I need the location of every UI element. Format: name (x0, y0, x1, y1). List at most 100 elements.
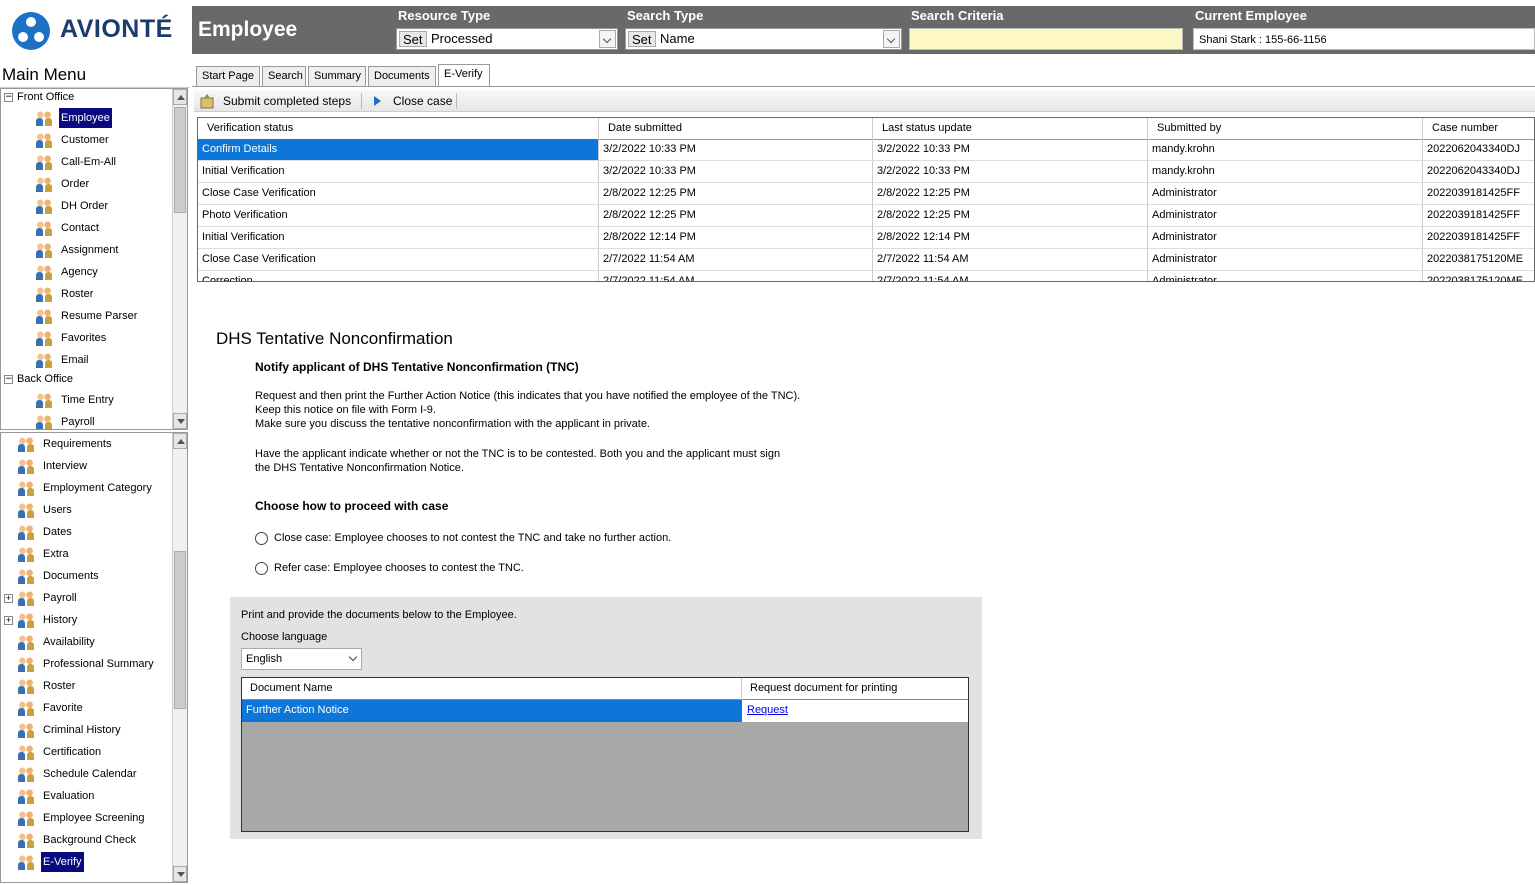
column-header-last-status-update[interactable]: Last status update (873, 118, 1148, 140)
sidebar-item-label: Employee (59, 108, 112, 128)
toolbar-separator (361, 93, 362, 109)
table-cell: Administrator (1148, 183, 1423, 205)
close-case-button[interactable]: Close case (393, 93, 452, 109)
assignment-icon (35, 242, 53, 258)
submit-icon[interactable] (200, 93, 214, 109)
tab-start-page[interactable]: Start Page (196, 66, 260, 86)
submenu-item-label: Roster (43, 680, 76, 692)
column-header-case-number[interactable]: Case number (1423, 118, 1534, 140)
table-row[interactable]: Initial Verification 2/8/2022 12:14 PM 2/8… (198, 227, 1534, 249)
language-select[interactable]: English (241, 648, 362, 670)
refer-case-radio[interactable] (255, 562, 268, 575)
expand-icon[interactable]: + (4, 594, 13, 603)
collapse-icon[interactable]: − (4, 375, 13, 384)
people-icon (17, 524, 35, 540)
table-cell: Initial Verification (198, 227, 599, 249)
table-cell: 2/7/2022 11:54 AM (599, 271, 873, 281)
scroll-down-icon[interactable] (173, 866, 187, 882)
table-cell: 2/8/2022 12:25 PM (873, 183, 1148, 205)
search-type-label: Search Type (627, 8, 704, 23)
submenu-item-label: Interview (43, 460, 88, 472)
employee-icon (35, 110, 53, 126)
table-cell: 2/8/2022 12:14 PM (873, 227, 1148, 249)
people-icon (17, 612, 35, 628)
table-cell: 2022038175120ME (1423, 249, 1534, 271)
table-row[interactable]: Close Case Verification 2/8/2022 12:25 PM… (198, 183, 1534, 205)
refer-case-option-label[interactable]: Refer case: Employee chooses to contest … (274, 562, 524, 574)
scroll-thumb[interactable] (174, 107, 186, 213)
search-type-select[interactable]: Set Name (625, 28, 902, 50)
column-header-date-submitted[interactable]: Date submitted (599, 118, 873, 140)
table-cell: 2/8/2022 12:25 PM (599, 205, 873, 227)
resource-type-set-button[interactable]: Set (399, 31, 427, 47)
current-employee-field[interactable]: Shani Stark : 155-66-1156 (1193, 28, 1535, 50)
people-icon (17, 502, 35, 518)
resource-type-select[interactable]: Set Processed (396, 28, 618, 50)
sidebar-item-label: Resume Parser (61, 310, 138, 322)
people-icon (17, 458, 35, 474)
close-case-radio[interactable] (255, 532, 268, 545)
chevron-down-icon[interactable] (348, 652, 358, 662)
close-case-option-label[interactable]: Close case: Employee chooses to not cont… (274, 532, 671, 544)
main-menu-tree[interactable]: − Front Office Employee Customer Call-Em-A… (0, 88, 188, 430)
expand-icon[interactable]: + (4, 616, 13, 625)
table-row[interactable]: Correction 2/7/2022 11:54 AM 2/7/2022 11:5… (198, 271, 1534, 281)
favorites-icon (35, 330, 53, 346)
table-cell: 3/2/2022 10:33 PM (873, 161, 1148, 183)
page-title: Employee (198, 18, 298, 41)
submit-completed-steps-button[interactable]: Submit completed steps (223, 93, 351, 109)
resource-type-label: Resource Type (398, 8, 491, 23)
document-name-cell[interactable]: Further Action Notice (242, 700, 742, 722)
employee-submenu-tree[interactable]: Requirements Interview Employment Category… (0, 432, 188, 883)
resume-parser-icon (35, 308, 53, 324)
search-type-set-button[interactable]: Set (628, 31, 656, 47)
column-header-submitted-by[interactable]: Submitted by (1148, 118, 1423, 140)
table-row[interactable]: Further Action Notice Request (242, 700, 968, 722)
play-icon[interactable] (372, 93, 382, 109)
column-header-request[interactable]: Request document for printing (742, 678, 897, 700)
scroll-up-icon[interactable] (173, 89, 187, 105)
submenu-scrollbar[interactable] (172, 433, 187, 882)
table-row[interactable]: Initial Verification 3/2/2022 10:33 PM 3/2… (198, 161, 1534, 183)
search-type-value: Name (660, 31, 695, 46)
scroll-down-icon[interactable] (173, 413, 187, 429)
header-bar: Employee Resource Type Set Processed Sea… (192, 6, 1535, 54)
chevron-down-icon[interactable] (883, 30, 900, 48)
request-document-link[interactable]: Request (747, 704, 788, 716)
tab-e-verify[interactable]: E-Verify (438, 64, 490, 86)
people-icon (17, 832, 35, 848)
column-header-verification-status[interactable]: Verification status (198, 118, 599, 140)
people-icon (17, 722, 35, 738)
instructions-paragraph-1: Request and then print the Further Actio… (255, 390, 801, 430)
submenu-item-label: Certification (43, 746, 102, 758)
table-row[interactable]: Confirm Details 3/2/2022 10:33 PM 3/2/2022… (198, 139, 1534, 161)
tab-search[interactable]: Search (262, 66, 306, 86)
choose-heading: Choose how to proceed with case (255, 499, 449, 513)
table-cell: 2022038175120ME (1423, 271, 1534, 281)
collapse-icon[interactable]: − (4, 93, 13, 102)
tab-documents[interactable]: Documents (368, 66, 436, 86)
submenu-item-label: Criminal History (43, 724, 121, 736)
time-entry-icon (35, 392, 53, 408)
documents-grid-header: Document Name Request document for print… (242, 678, 968, 700)
submenu-item-label: Documents (43, 570, 99, 582)
dh-order-icon (35, 198, 53, 214)
table-row[interactable]: Photo Verification 2/8/2022 12:25 PM 2/8/2… (198, 205, 1534, 227)
resource-type-value: Processed (431, 31, 493, 46)
scroll-up-icon[interactable] (173, 433, 187, 449)
table-cell: 3/2/2022 10:33 PM (599, 161, 873, 183)
tree-scrollbar[interactable] (172, 89, 187, 429)
scroll-thumb[interactable] (174, 551, 186, 709)
column-header-document-name[interactable]: Document Name (242, 678, 742, 700)
table-row[interactable]: Close Case Verification 2/7/2022 11:54 AM… (198, 249, 1534, 271)
documents-intro: Print and provide the documents below to… (241, 609, 517, 621)
table-cell: 3/2/2022 10:33 PM (599, 139, 873, 161)
documents-grid[interactable]: Document Name Request document for print… (241, 677, 969, 832)
tab-summary[interactable]: Summary (308, 66, 366, 86)
sidebar-item-label: Payroll (61, 416, 95, 428)
chevron-down-icon[interactable] (599, 30, 616, 48)
table-cell: 2022039181425FF (1423, 227, 1534, 249)
table-cell: 2/8/2022 12:25 PM (599, 183, 873, 205)
search-criteria-input[interactable] (909, 28, 1183, 50)
verification-status-grid[interactable]: Verification status Date submitted Last st… (197, 117, 1535, 282)
